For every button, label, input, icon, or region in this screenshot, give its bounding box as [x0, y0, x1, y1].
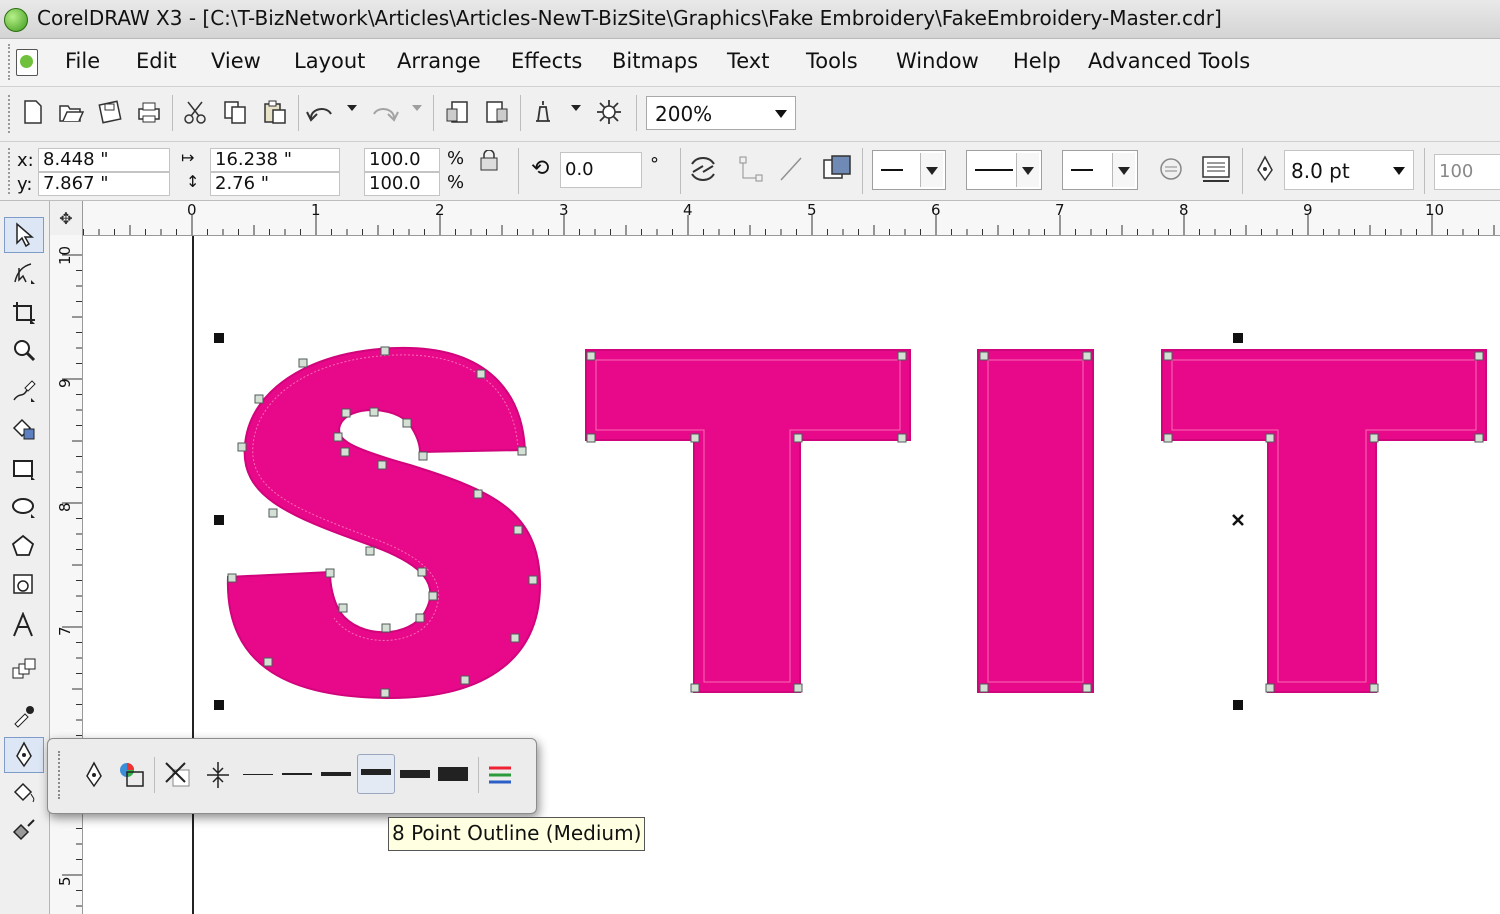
node-marker[interactable] [418, 451, 428, 461]
two-point-outline-icon[interactable] [321, 772, 351, 776]
node-marker[interactable] [793, 683, 803, 693]
node-marker[interactable] [690, 683, 700, 693]
node-marker[interactable] [381, 623, 391, 633]
selection-handle[interactable] [1233, 333, 1243, 343]
node-marker[interactable] [377, 460, 387, 470]
rotation-center-marker[interactable] [1232, 514, 1244, 526]
node-marker[interactable] [325, 568, 335, 578]
outline-color-icon[interactable] [116, 759, 148, 791]
selection-handle[interactable] [1233, 700, 1243, 710]
node-marker[interactable] [341, 408, 351, 418]
node-marker[interactable] [586, 433, 596, 443]
flyout-grip[interactable] [58, 751, 63, 799]
sixteen-point-outline-icon[interactable] [400, 770, 430, 778]
node-marker[interactable] [380, 688, 390, 698]
node-marker[interactable] [237, 442, 247, 452]
node-marker[interactable] [897, 433, 907, 443]
node-marker[interactable] [1369, 433, 1379, 443]
node-marker[interactable] [528, 575, 538, 585]
twenty-four-point-outline-icon[interactable] [438, 767, 468, 781]
one-point-outline-icon[interactable] [282, 773, 312, 775]
selection-handle[interactable] [214, 515, 224, 525]
node-marker[interactable] [1474, 433, 1484, 443]
node-marker[interactable] [417, 567, 427, 577]
node-marker[interactable] [365, 546, 375, 556]
outline-pen-icon[interactable] [78, 759, 110, 791]
node-marker[interactable] [1082, 683, 1092, 693]
node-marker[interactable] [690, 433, 700, 443]
node-marker[interactable] [1474, 351, 1484, 361]
node-marker[interactable] [1163, 433, 1173, 443]
node-marker[interactable] [298, 358, 308, 368]
node-marker[interactable] [979, 351, 989, 361]
color-docker-icon[interactable] [484, 759, 516, 791]
node-marker[interactable] [402, 418, 412, 428]
no-outline-icon[interactable] [162, 759, 194, 791]
flyout-separator [478, 757, 479, 793]
node-marker[interactable] [1265, 683, 1275, 693]
node-marker[interactable] [979, 683, 989, 693]
node-marker[interactable] [517, 446, 527, 456]
eight-point-outline-icon [361, 769, 391, 775]
node-marker[interactable] [415, 613, 425, 623]
selection-handle[interactable] [214, 700, 224, 710]
flyout-separator [154, 757, 155, 793]
node-marker[interactable] [586, 351, 596, 361]
node-marker[interactable] [369, 407, 379, 417]
letter-t[interactable] [585, 349, 911, 693]
node-marker[interactable] [513, 525, 523, 535]
letter-i[interactable] [977, 349, 1094, 693]
node-marker[interactable] [897, 351, 907, 361]
node-marker[interactable] [254, 394, 264, 404]
node-marker[interactable] [1369, 683, 1379, 693]
letter-s[interactable] [226, 346, 542, 700]
selection-handle[interactable] [214, 333, 224, 343]
node-marker[interactable] [380, 346, 390, 356]
tooltip: 8 Point Outline (Medium) [388, 817, 646, 851]
node-marker[interactable] [1265, 433, 1275, 443]
node-marker[interactable] [428, 591, 438, 601]
node-marker[interactable] [263, 657, 273, 667]
node-marker[interactable] [1082, 351, 1092, 361]
node-marker[interactable] [227, 573, 237, 583]
letter-t[interactable] [1161, 349, 1487, 693]
node-marker[interactable] [1163, 351, 1173, 361]
eight-point-outline-button[interactable] [357, 754, 395, 794]
node-marker[interactable] [476, 369, 486, 379]
half-point-outline-icon[interactable] [243, 774, 273, 775]
node-marker[interactable] [333, 432, 343, 442]
node-marker[interactable] [338, 603, 348, 613]
outline-flyout-toolbar [47, 738, 537, 814]
node-marker[interactable] [340, 447, 350, 457]
node-marker[interactable] [793, 433, 803, 443]
node-marker[interactable] [510, 633, 520, 643]
node-marker[interactable] [268, 508, 278, 518]
node-marker[interactable] [473, 489, 483, 499]
hairline-outline-icon[interactable] [202, 759, 234, 791]
node-marker[interactable] [460, 675, 470, 685]
